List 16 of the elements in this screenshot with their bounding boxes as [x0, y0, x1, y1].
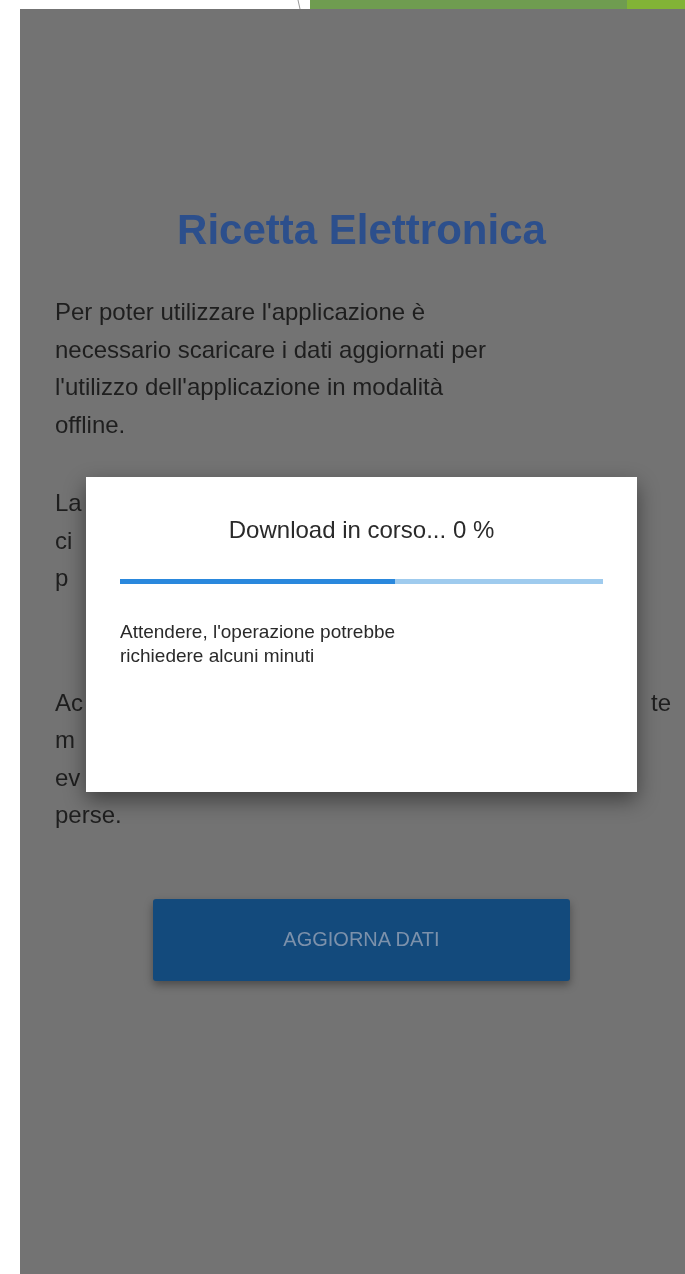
paragraph-text: Per poter utilizzare l'applicazione è [55, 297, 426, 327]
dialog-title: Download in corso... 0 % [227, 515, 496, 545]
paragraph-text: La [55, 488, 82, 518]
paragraph-text: l'utilizzo dell'applicazione in modalità [55, 372, 444, 402]
update-data-button[interactable]: AGGIORNA DATI [153, 898, 570, 981]
paragraph-text: necessario scaricare i dati aggiornati per [55, 334, 486, 365]
paragraph-text: m [55, 725, 75, 755]
paragraph-text: perse. [55, 800, 122, 830]
dialog-message: Attendere, l'operazione potrebbe richiedere alcuni minuti [120, 620, 397, 668]
paragraph-text: ev [55, 762, 81, 793]
paragraph-text: p [55, 563, 69, 593]
app-title: Ricetta Elettronica [176, 205, 547, 255]
paragraph-text: te [651, 687, 671, 718]
paragraph-text: Ac [55, 687, 83, 718]
paragraph-text: ci [55, 525, 73, 556]
paragraph-text: offline. [55, 409, 126, 440]
